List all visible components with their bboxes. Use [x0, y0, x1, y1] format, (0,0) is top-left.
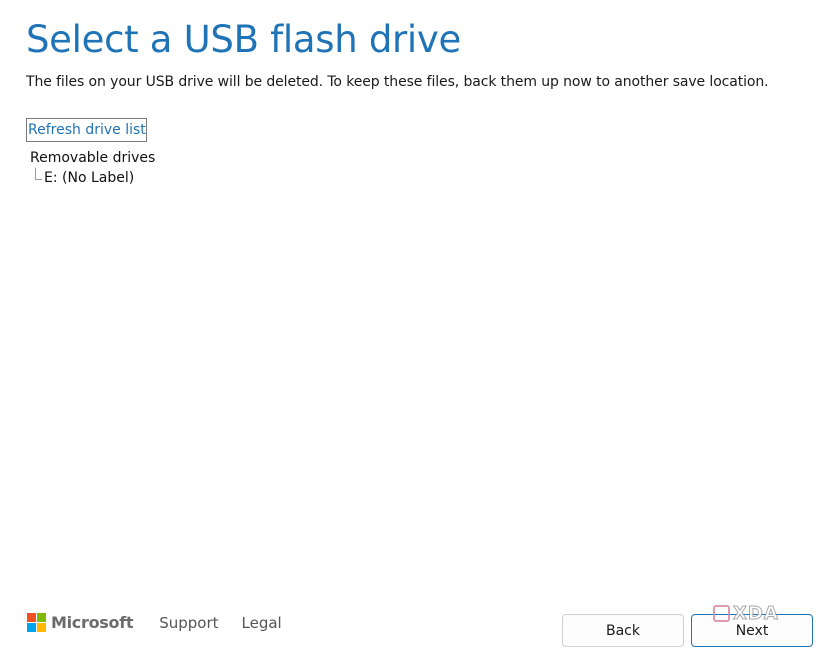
- microsoft-logo-icon: [27, 613, 46, 632]
- refresh-drive-list-link[interactable]: Refresh drive list: [26, 118, 147, 142]
- back-button[interactable]: Back: [562, 614, 684, 647]
- drive-tree: Removable drives E: (No Label): [30, 149, 155, 188]
- page-title: Select a USB flash drive: [26, 18, 461, 61]
- removable-drives-group-label: Removable drives: [30, 150, 156, 166]
- page-subtitle: The files on your USB drive will be dele…: [26, 74, 769, 90]
- next-button[interactable]: Next: [691, 614, 813, 647]
- footer: Microsoft Support Legal: [27, 613, 305, 632]
- logo-square-green: [37, 613, 46, 622]
- microsoft-wordmark: Microsoft: [51, 613, 134, 632]
- logo-square-blue: [27, 623, 36, 632]
- tree-connector-line: [35, 168, 42, 180]
- logo-square-red: [27, 613, 36, 622]
- logo-square-yellow: [37, 623, 46, 632]
- drive-item-label: E: (No Label): [44, 170, 135, 186]
- drive-item-e[interactable]: E: (No Label): [35, 168, 155, 188]
- legal-link[interactable]: Legal: [242, 614, 282, 632]
- support-link[interactable]: Support: [159, 614, 218, 632]
